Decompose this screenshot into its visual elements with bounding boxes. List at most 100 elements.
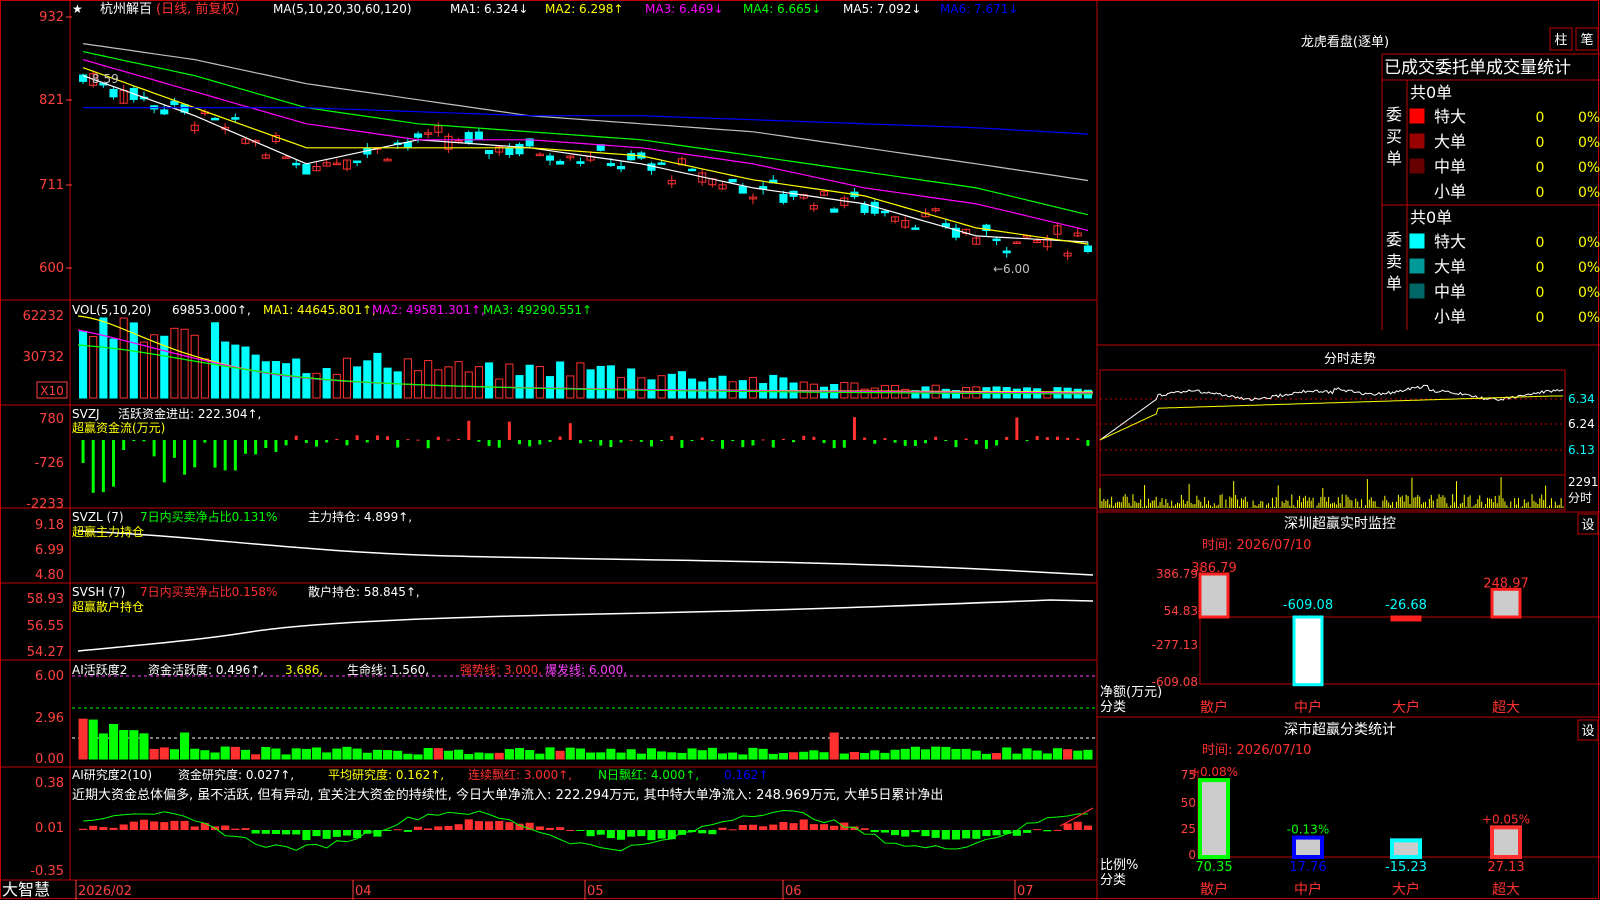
vol-bar — [748, 377, 758, 399]
classify-settings-label[interactable]: 设 — [1581, 724, 1594, 739]
ai-active-bar — [190, 748, 200, 760]
ai-research-bar — [535, 826, 544, 830]
monitor-bar — [1390, 615, 1422, 622]
ai-research-bar — [474, 821, 483, 830]
ai-active-bar — [180, 732, 190, 760]
ai-research-bar — [830, 825, 839, 830]
ai-research-bar — [454, 824, 463, 830]
svzj-bar — [203, 440, 207, 443]
candle-body — [728, 178, 737, 183]
ai-active-bar — [159, 747, 169, 760]
vol-bar — [170, 327, 179, 399]
ai-research-bar — [403, 830, 412, 832]
ai-research-bar — [424, 828, 433, 830]
ai-active-bar — [504, 749, 514, 760]
ai-active-bar — [778, 753, 788, 760]
vol-bar — [99, 317, 108, 399]
svzj-bar — [974, 440, 978, 445]
ai-active-bar — [230, 746, 240, 760]
tab-title[interactable]: 已成交委托单成交量统计 — [1384, 58, 1571, 78]
monitor-settings-label[interactable]: 设 — [1581, 518, 1594, 533]
bar-button-label[interactable]: 柱 — [1554, 33, 1567, 48]
ai-active-bar — [1002, 747, 1012, 760]
classify-category: 超大 — [1492, 882, 1520, 898]
ai-research-comment: 近期大资金总体偏多, 虽不活跃, 但有异动, 宜关注大资金的持续性, 今日大单净… — [72, 787, 943, 803]
svzj-bar — [1035, 436, 1039, 440]
classify-time: 时间: 2026/07/10 — [1202, 743, 1311, 758]
svzj-bar — [477, 440, 481, 442]
ai-active-t2: 3.686, — [285, 663, 323, 677]
vol-title: VOL(5,10,20) — [72, 303, 151, 317]
pen-button-label[interactable]: 笔 — [1580, 32, 1593, 48]
svzj-bar — [1076, 438, 1080, 440]
svzj-bar — [832, 440, 836, 449]
svzj-bar — [1005, 437, 1009, 440]
svzj-bar — [436, 436, 440, 440]
ai-active-bar — [555, 750, 565, 760]
svzj-bar — [924, 440, 928, 444]
vol-bar — [332, 373, 341, 399]
classify-category: 大户 — [1392, 881, 1420, 898]
ai-research-bar — [708, 830, 717, 835]
svzj-bar — [396, 440, 400, 448]
vol-bar — [535, 365, 544, 399]
intraday-tick: 6.13 — [1568, 443, 1595, 457]
ai-active-bar — [251, 754, 261, 760]
classify-bar-label: +0.08% — [1190, 765, 1238, 779]
ai-active-bar — [687, 748, 697, 760]
svzj-bar — [599, 440, 603, 446]
ma-label: MA(5,10,20,30,60,120) — [273, 2, 412, 16]
svzj-bar — [142, 440, 146, 442]
candle-body — [545, 155, 555, 161]
svzj-bar — [995, 440, 999, 446]
ai-active-bar — [575, 748, 585, 760]
svzj-bar — [81, 440, 85, 463]
vol-bar — [596, 365, 605, 399]
x-label: 04 — [355, 884, 372, 899]
ai-research-bar — [322, 830, 331, 839]
vol-bar — [667, 373, 676, 399]
vol-bar — [292, 358, 301, 399]
vol-bar — [282, 363, 291, 399]
monitor-tick: -277.13 — [1152, 638, 1198, 652]
ai-active-bar — [139, 733, 149, 760]
svzj-bar — [1045, 437, 1049, 440]
ai-active-bar — [210, 752, 220, 760]
ma6-value: MA6: 7.671↓ — [940, 2, 1018, 16]
vol-bar — [363, 360, 372, 399]
ai-active-bar — [119, 729, 129, 760]
vol-bar — [515, 375, 524, 399]
vol-tick: 30732 — [23, 350, 64, 365]
ai-active-bar — [920, 749, 931, 760]
vol-bar — [190, 334, 199, 399]
ai-research-bar — [434, 826, 443, 830]
svzj-bar — [528, 440, 532, 447]
classify-value: 17.76 — [1289, 860, 1326, 875]
vol-bar — [769, 374, 778, 399]
ai-active-bar — [301, 748, 311, 760]
svzj-bar — [213, 440, 217, 468]
monitor-value: -26.68 — [1385, 598, 1427, 613]
svzj-bar — [518, 440, 522, 445]
ai-active-bar — [636, 753, 646, 760]
vol-bar — [505, 363, 514, 399]
ai-active-tick: 2.96 — [35, 711, 64, 726]
svzj-bar — [122, 440, 126, 450]
svzj-bar — [883, 438, 887, 440]
ai-research-bar — [738, 825, 747, 830]
ai-active-bar — [322, 752, 332, 760]
buy-row-pct: 0% — [1578, 135, 1600, 151]
ai-active-bar — [992, 753, 1002, 760]
ai-research-bar — [444, 825, 453, 830]
ai-research-bar — [556, 827, 565, 830]
ai-research-bar — [941, 830, 950, 840]
sell-swatch — [1409, 283, 1425, 299]
svzj-bar — [162, 440, 166, 483]
ai-active-bar — [413, 754, 423, 760]
ai-active-bar — [372, 749, 382, 760]
vol-bar — [677, 371, 686, 399]
ai-research-bar — [728, 829, 737, 831]
vol-bar — [708, 377, 717, 399]
svzj-title: SVZJ — [72, 407, 100, 421]
ai-active-bar — [362, 752, 372, 760]
